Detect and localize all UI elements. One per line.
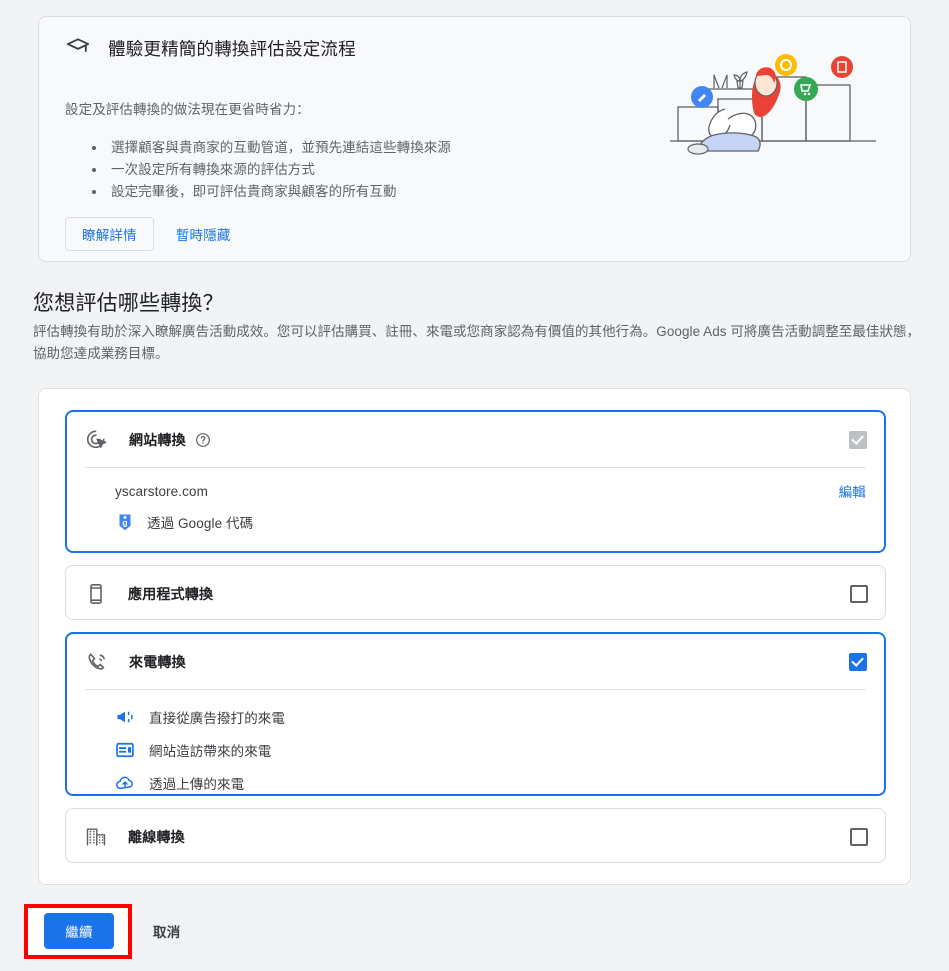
conversion-setup-page: 體驗更精簡的轉換評估設定流程 設定及評估轉換的做法現在更省時省力： 選擇顧客與貴… <box>0 0 949 971</box>
checkbox-call-conversions[interactable] <box>849 652 867 671</box>
conversion-options-card: 網站轉換 yscarstore.com 編輯 g 透過 Google 代碼 應用… <box>38 388 911 885</box>
sub-item-label: 直接從廣告撥打的來電 <box>149 710 285 726</box>
list-item: 網站造訪帶來的來電 <box>115 733 866 766</box>
option-header[interactable]: 離線轉換 <box>66 809 885 864</box>
promo-title: 體驗更精簡的轉換評估設定流程 <box>108 38 356 59</box>
tag-label: 透過 Google 代碼 <box>147 516 254 531</box>
sub-item-label: 網站造訪帶來的來電 <box>149 743 272 759</box>
cancel-button[interactable]: 取消 <box>145 913 188 949</box>
help-circle-icon[interactable] <box>186 432 211 448</box>
promo-subtitle: 設定及評估轉換的做法現在更省時省力： <box>65 102 310 117</box>
page-description: 評估轉換有助於深入瞭解廣告活動成效。您可以評估購買、註冊、來電或您商家認為有價值… <box>33 324 921 361</box>
promo-card: 體驗更精簡的轉換評估設定流程 設定及評估轉換的做法現在更省時省力： 選擇顧客與貴… <box>38 16 911 262</box>
check-icon <box>850 431 864 445</box>
ring-volume-phone-icon <box>85 650 129 674</box>
option-details: yscarstore.com 編輯 g 透過 Google 代碼 <box>67 468 884 546</box>
list-item: 設定完畢後，即可評估貴商家與顧客的所有互動 <box>107 181 451 203</box>
option-label: 網站轉換 <box>129 431 186 448</box>
sub-item-label: 透過上傳的來電 <box>149 776 245 792</box>
graduation-cap-icon <box>65 35 91 61</box>
campaign-megaphone-icon <box>115 707 149 727</box>
checkbox-app-conversions[interactable] <box>850 584 868 603</box>
option-app-conversions[interactable]: 應用程式轉換 <box>65 565 886 620</box>
google-tag-icon: g <box>115 512 147 532</box>
option-label: 應用程式轉換 <box>128 585 214 602</box>
checkbox-website-conversions <box>849 430 867 449</box>
ads-click-target-icon <box>85 428 129 452</box>
learn-more-button[interactable]: 瞭解詳情 <box>65 217 154 251</box>
page-title: 您想評估哪些轉換？ <box>33 292 224 315</box>
option-website-conversions[interactable]: 網站轉換 yscarstore.com 編輯 g 透過 Google 代碼 <box>65 410 886 553</box>
list-item: 選擇顧客與貴商家的互動管道，並預先連結這些轉換來源 <box>107 137 451 159</box>
cloud-upload-icon <box>115 773 149 793</box>
list-item: 透過上傳的來電 <box>115 766 866 799</box>
checkbox-offline-conversions[interactable] <box>850 827 868 846</box>
promo-actions: 瞭解詳情 暫時隱藏 <box>65 217 243 251</box>
check-icon <box>850 653 864 667</box>
mobile-phone-icon <box>84 582 128 606</box>
list-item: 直接從廣告撥打的來電 <box>115 700 866 733</box>
option-label: 離線轉換 <box>128 828 185 845</box>
option-call-conversions[interactable]: 來電轉換 直接從廣告撥打的來電 網站造訪帶來的來電 透過上傳的來電 <box>65 632 886 796</box>
website-url: yscarstore.com <box>115 483 208 499</box>
office-building-icon <box>84 825 128 849</box>
option-header[interactable]: 應用程式轉換 <box>66 566 885 621</box>
list-item: 一次設定所有轉換來源的評估方式 <box>107 159 451 181</box>
promo-benefit-list: 選擇顧客與貴商家的互動管道，並預先連結這些轉換來源 一次設定所有轉換來源的評估方… <box>83 137 451 203</box>
option-sub-items: 直接從廣告撥打的來電 網站造訪帶來的來電 透過上傳的來電 <box>67 690 884 813</box>
tag-row: g 透過 Google 代碼 <box>115 512 866 532</box>
option-header[interactable]: 網站轉換 <box>67 412 884 467</box>
web-page-layout-icon <box>115 740 149 760</box>
option-header[interactable]: 來電轉換 <box>67 634 884 689</box>
continue-button[interactable]: 繼續 <box>44 913 114 949</box>
option-offline-conversions[interactable]: 離線轉換 <box>65 808 886 863</box>
svg-text:g: g <box>122 518 127 528</box>
promo-header: 體驗更精簡的轉換評估設定流程 <box>65 35 356 61</box>
dismiss-button[interactable]: 暫時隱藏 <box>164 217 243 251</box>
footer-actions: 繼續 取消 <box>0 900 949 971</box>
website-row: yscarstore.com 編輯 <box>115 481 866 501</box>
edit-website-button[interactable]: 編輯 <box>839 481 866 501</box>
option-label: 來電轉換 <box>129 653 186 670</box>
